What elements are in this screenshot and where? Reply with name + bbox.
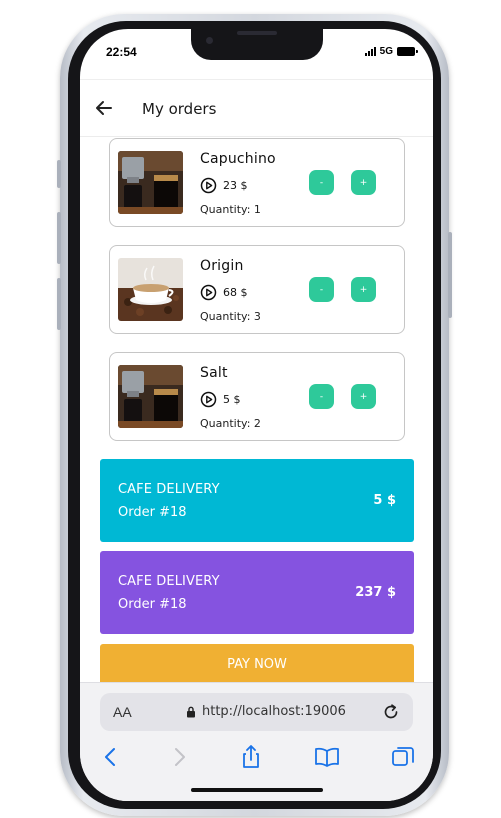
- item-name: Capuchino: [200, 151, 276, 167]
- order-item: Capuchino 23 $ Quantity: 1 - +: [109, 138, 405, 227]
- order-item: Salt 5 $ Quantity: 2 - +: [109, 352, 405, 441]
- status-time: 22:54: [106, 45, 137, 59]
- reload-icon[interactable]: [381, 702, 401, 722]
- battery-icon: [397, 47, 418, 56]
- url-text: http://localhost:19006: [202, 704, 346, 719]
- item-price: 5 $: [223, 393, 241, 406]
- item-price: 23 $: [223, 179, 248, 192]
- home-indicator[interactable]: [191, 788, 323, 792]
- price-row: 23 $: [200, 177, 248, 194]
- bookmarks-icon[interactable]: [314, 744, 340, 770]
- decrease-quantity-button[interactable]: -: [309, 277, 334, 302]
- side-button: [57, 160, 61, 188]
- order-item: Origin 68 $ Quantity: 3 - +: [109, 245, 405, 334]
- status-indicators: 5G: [364, 46, 418, 57]
- summary-total: 5 $: [373, 493, 396, 508]
- item-name: Origin: [200, 258, 244, 274]
- url-display[interactable]: http://localhost:19006: [186, 704, 346, 719]
- side-button: [57, 212, 61, 264]
- lock-icon: [187, 706, 195, 717]
- item-quantity: Quantity: 1: [200, 203, 261, 216]
- delivery-summary-card: CAFE DELIVERY Order #18 5 $: [100, 459, 414, 542]
- decrease-quantity-button[interactable]: -: [309, 384, 334, 409]
- item-name: Salt: [200, 365, 228, 381]
- product-image: [118, 365, 183, 428]
- back-arrow-icon[interactable]: [94, 98, 114, 118]
- signal-icon: [364, 47, 376, 56]
- increase-quantity-button[interactable]: +: [351, 170, 376, 195]
- network-label: 5G: [379, 46, 393, 57]
- product-image: [118, 151, 183, 214]
- summary-order-number: Order #18: [118, 597, 187, 612]
- reader-settings-button[interactable]: AA: [113, 704, 132, 720]
- side-button: [448, 232, 452, 318]
- pay-now-button[interactable]: PAY NOW: [100, 644, 414, 686]
- browser-forward-icon[interactable]: [166, 744, 192, 770]
- page-title: My orders: [142, 100, 217, 118]
- play-circle-icon: [200, 391, 217, 408]
- share-icon[interactable]: [238, 744, 264, 770]
- order-total-card: CAFE DELIVERY Order #18 237 $: [100, 551, 414, 634]
- address-bar[interactable]: AA http://localhost:19006: [100, 693, 413, 731]
- notch: [191, 29, 323, 60]
- play-circle-icon: [200, 284, 217, 301]
- play-circle-icon: [200, 177, 217, 194]
- item-quantity: Quantity: 2: [200, 417, 261, 430]
- item-quantity: Quantity: 3: [200, 310, 261, 323]
- summary-order-number: Order #18: [118, 505, 187, 520]
- price-row: 5 $: [200, 391, 241, 408]
- price-row: 68 $: [200, 284, 248, 301]
- tabs-icon[interactable]: [390, 744, 416, 770]
- summary-total: 237 $: [355, 585, 396, 600]
- browser-back-icon[interactable]: [98, 744, 124, 770]
- browser-toolbar: AA http://localhost:19006: [80, 682, 433, 801]
- side-button: [57, 278, 61, 330]
- summary-label: CAFE DELIVERY: [118, 482, 220, 497]
- product-image: [118, 258, 183, 321]
- phone-screen: 22:54 5G Capuchino 23 $ Quantity: 1 - + …: [80, 29, 433, 801]
- summary-label: CAFE DELIVERY: [118, 574, 220, 589]
- decrease-quantity-button[interactable]: -: [309, 170, 334, 195]
- increase-quantity-button[interactable]: +: [351, 277, 376, 302]
- item-price: 68 $: [223, 286, 248, 299]
- increase-quantity-button[interactable]: +: [351, 384, 376, 409]
- app-header: My orders: [80, 79, 433, 137]
